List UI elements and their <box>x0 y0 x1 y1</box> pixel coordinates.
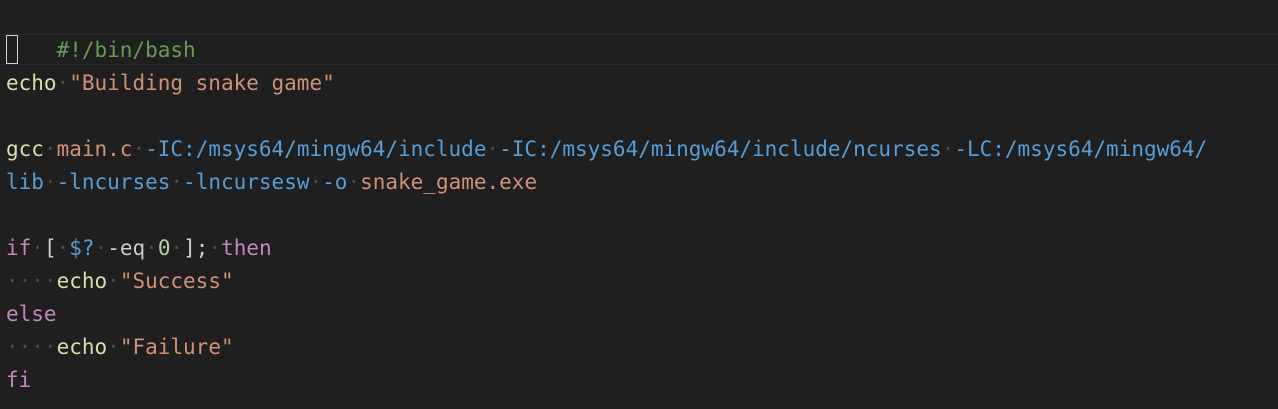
string-literal: "Success" <box>119 269 234 293</box>
exit-status-variable: $? <box>69 236 95 260</box>
close-bracket: ]; <box>183 236 209 260</box>
echo-command: echo <box>56 335 108 359</box>
whitespace-marker: · <box>43 335 57 359</box>
shebang-comment: #!/bin/bash <box>56 38 196 62</box>
whitespace-marker: · <box>170 170 184 194</box>
link-flag: -lncursesw <box>183 170 310 194</box>
if-keyword: if <box>6 236 32 260</box>
code-line-10[interactable]: ····echo·"Failure" <box>6 331 1278 364</box>
lib-path-flag: -LC:/msys64/mingw64/ <box>954 137 1208 161</box>
whitespace-marker: · <box>208 236 222 260</box>
code-line-1[interactable]: #!/bin/bash <box>6 1 1278 62</box>
code-line-8[interactable]: ····echo·"Success" <box>6 265 1278 298</box>
echo-command: echo <box>6 71 57 95</box>
code-line-11[interactable]: fi <box>6 364 1278 397</box>
whitespace-marker: · <box>31 236 44 260</box>
code-line-7[interactable]: if·[·$?·-eq·0·];·then <box>6 232 1278 265</box>
whitespace-marker: · <box>43 137 57 161</box>
whitespace-marker: · <box>941 137 955 161</box>
output-flag: -o <box>322 170 348 194</box>
link-flag: -lncurses <box>56 170 171 194</box>
then-keyword: then <box>221 236 272 260</box>
string-literal: "Failure" <box>119 335 234 359</box>
indent-marker: ··· <box>6 269 44 293</box>
else-keyword: else <box>6 302 57 326</box>
whitespace-marker: · <box>56 236 70 260</box>
whitespace-marker: · <box>43 170 57 194</box>
lib-path-flag-continued: lib <box>6 170 44 194</box>
whitespace-marker: · <box>486 137 500 161</box>
code-editor[interactable]: #!/bin/bash echo·"Building snake game" g… <box>0 0 1278 409</box>
whitespace-marker: · <box>309 170 323 194</box>
code-line-3[interactable]: echo·"Building snake game" <box>6 67 1278 100</box>
whitespace-marker: · <box>347 170 361 194</box>
include-flag: -IC:/msys64/mingw64/include/ncurses <box>499 137 942 161</box>
open-bracket: [ <box>43 236 57 260</box>
source-file: main.c <box>56 137 133 161</box>
whitespace-marker: · <box>56 71 70 95</box>
whitespace-marker: · <box>43 269 57 293</box>
whitespace-marker: · <box>107 269 120 293</box>
number-literal: 0 <box>157 236 171 260</box>
whitespace-marker: · <box>107 335 120 359</box>
code-line-5[interactable]: gcc·main.c·-IC:/msys64/mingw64/include·-… <box>6 133 1278 166</box>
gcc-command: gcc <box>6 137 44 161</box>
whitespace-marker: · <box>94 236 108 260</box>
string-literal: "Building snake game" <box>69 71 335 95</box>
comparison-operator: -eq <box>107 236 146 260</box>
whitespace-marker: · <box>132 137 146 161</box>
whitespace-marker: · <box>170 236 184 260</box>
fi-keyword: fi <box>6 368 32 392</box>
indent-marker: ··· <box>6 335 44 359</box>
include-flag: -IC:/msys64/mingw64/include <box>145 137 487 161</box>
code-line-9[interactable]: else <box>6 298 1278 331</box>
code-line-5-wrapped[interactable]: lib·-lncurses·-lncursesw·-o·snake_game.e… <box>6 166 1278 199</box>
echo-command: echo <box>56 269 108 293</box>
output-file: snake_game.exe <box>360 170 538 194</box>
whitespace-marker: · <box>145 236 158 260</box>
